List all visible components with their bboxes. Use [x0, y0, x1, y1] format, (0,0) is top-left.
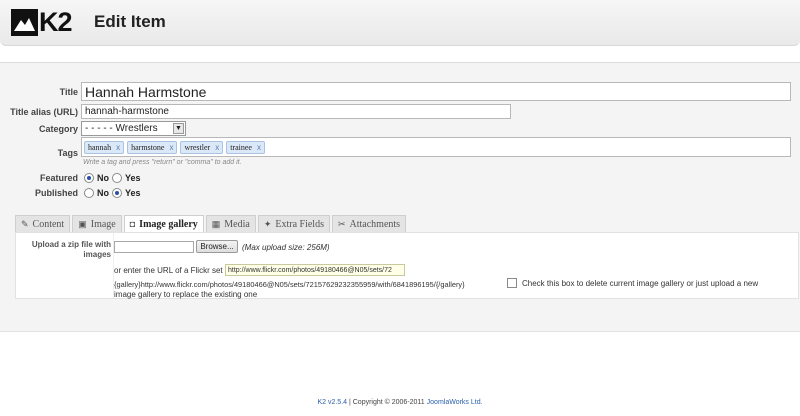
tab-image-gallery[interactable]: ◘ Image gallery [123, 215, 204, 232]
remove-tag-icon[interactable]: x [116, 143, 120, 152]
tag-label: trainee [230, 142, 252, 152]
browse-button[interactable]: Browse... [196, 240, 238, 253]
title-label: Title [59, 87, 78, 97]
tab-label: Extra Fields [275, 218, 324, 230]
paperclip-icon: ✂ [337, 218, 346, 229]
item-tabs: ✎ Content ▣ Image ◘ Image gallery ▦ Media ✦ E… [15, 215, 408, 232]
zip-file-input[interactable] [114, 241, 194, 253]
published-yes-radio[interactable] [112, 188, 122, 198]
wrench-icon: ✦ [263, 218, 272, 229]
delete-gallery-text: Check this box to delete current image g… [522, 279, 759, 288]
image-icon: ▣ [78, 218, 87, 229]
tab-label: Content [32, 218, 65, 230]
tab-media[interactable]: ▦ Media [205, 215, 256, 232]
upload-zip-label: Upload a zip file with images [31, 240, 111, 259]
remove-tag-icon[interactable]: x [257, 143, 261, 152]
tab-label: Media [224, 218, 250, 230]
published-yes-label: Yes [125, 188, 141, 198]
title-input[interactable]: Hannah Harmstone [81, 82, 791, 101]
tags-label: Tags [57, 148, 78, 158]
tab-attachments[interactable]: ✂ Attachments [331, 215, 407, 232]
featured-yes-label: Yes [125, 173, 141, 183]
tab-image[interactable]: ▣ Image [72, 215, 122, 232]
tag-chip: wrestler x [180, 140, 224, 154]
published-label: Published [34, 188, 78, 198]
remove-tag-icon[interactable]: x [169, 143, 173, 152]
featured-no-radio[interactable] [84, 173, 94, 183]
joomlaworks-link[interactable]: JoomlaWorks Ltd. [427, 399, 483, 406]
tag-chip: trainee x [226, 140, 265, 154]
tags-hint: Write a tag and press "return" or "comma… [83, 159, 242, 166]
tag-label: harmstone [131, 142, 165, 152]
published-no-radio[interactable] [84, 188, 94, 198]
tab-label: Image gallery [139, 218, 198, 230]
footer: K2 v2.5.4 | Copyright © 2006-2011 Joomla… [0, 399, 800, 406]
image-gallery-panel: Upload a zip file with images Browse... … [15, 232, 799, 299]
max-upload-size: (Max upload size: 256M) [242, 243, 330, 252]
tag-chip: harmstone x [127, 140, 178, 154]
tag-label: wrestler [184, 142, 211, 152]
category-select[interactable]: - - - - - Wrestlers ▼ [81, 121, 186, 136]
camera-icon: ◘ [129, 219, 136, 229]
film-icon: ▦ [211, 218, 221, 229]
delete-gallery-checkbox[interactable] [507, 278, 517, 288]
tab-content[interactable]: ✎ Content [15, 215, 71, 232]
delete-gallery-text-2: image gallery to replace the existing on… [114, 290, 258, 299]
tab-label: Attachments [349, 218, 401, 230]
k2-version-link[interactable]: K2 v2.5.4 [317, 399, 347, 406]
alias-input[interactable]: hannah-harmstone [81, 104, 511, 119]
mountain-icon [11, 8, 38, 36]
pencil-icon: ✎ [21, 218, 29, 229]
tab-label: Image [90, 218, 116, 230]
item-form-panel: Title Hannah Harmstone Title alias (URL)… [0, 62, 800, 332]
category-label: Category [38, 124, 78, 134]
featured-no-label: No [97, 173, 109, 183]
published-no-label: No [97, 188, 109, 198]
page-title: Edit Item [94, 12, 166, 31]
copyright-text: | Copyright © 2006-2011 [347, 399, 427, 406]
tag-label: hannah [88, 142, 112, 152]
category-value: - - - - - Wrestlers [85, 123, 158, 134]
logo-text: K2 [39, 7, 73, 37]
featured-yes-radio[interactable] [112, 173, 122, 183]
tab-extra-fields[interactable]: ✦ Extra Fields [257, 215, 330, 232]
flickr-prompt: or enter the URL of a Flickr set [114, 266, 223, 275]
alias-label: Title alias (URL) [10, 107, 78, 117]
chevron-down-icon[interactable]: ▼ [173, 123, 184, 134]
featured-label: Featured [39, 173, 78, 183]
remove-tag-icon[interactable]: x [215, 143, 219, 152]
top-header: K2 Edit Item [0, 0, 800, 46]
tag-chip: hannah x [84, 140, 125, 154]
flickr-url-input[interactable]: http://www.flickr.com/photos/49180466@N0… [225, 264, 405, 276]
gallery-tag: {gallery}http://www.flickr.com/photos/49… [114, 280, 465, 289]
k2-logo: K2 [11, 7, 73, 37]
tags-input[interactable]: hannah x harmstone x wrestler x trainee x [81, 137, 791, 157]
